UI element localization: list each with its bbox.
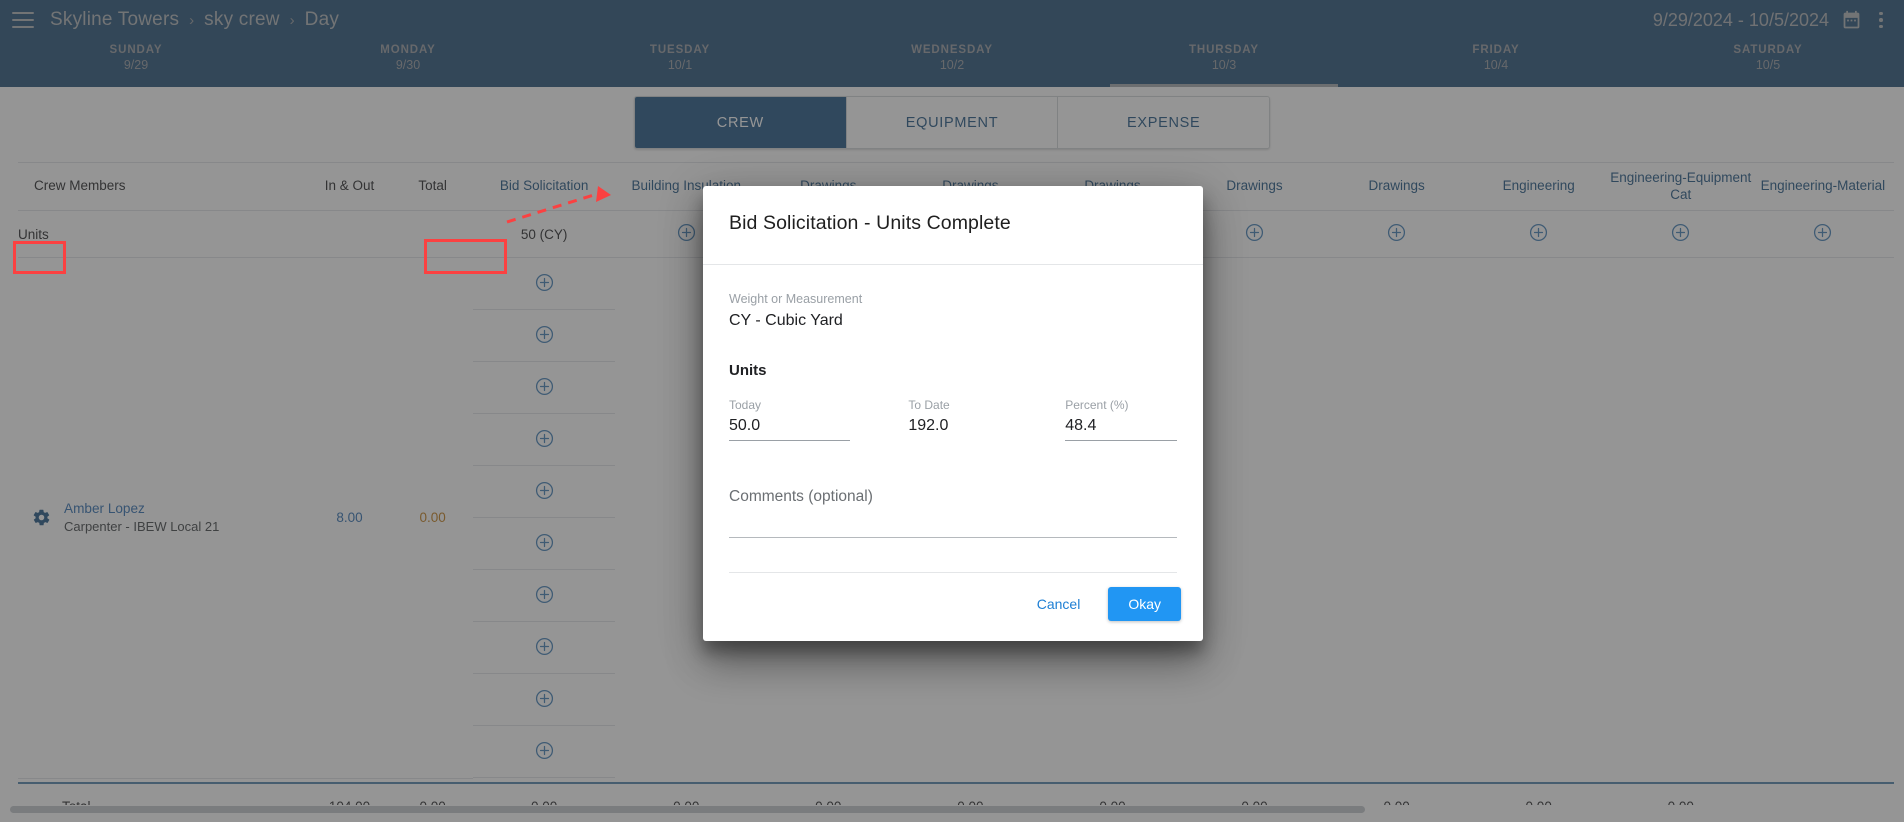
percent-underline xyxy=(1065,440,1177,441)
today-field-group: Today xyxy=(729,398,851,441)
percent-label: Percent (%) xyxy=(1065,398,1129,412)
percent-field-group: Percent (%) xyxy=(1065,398,1177,441)
units-complete-dialog: Bid Solicitation - Units Complete Weight… xyxy=(703,186,1203,641)
comments-field-group: Comments (optional) xyxy=(729,488,1177,538)
cancel-button[interactable]: Cancel xyxy=(1023,587,1095,621)
today-input[interactable] xyxy=(729,417,851,440)
app-root: Skyline Towers › sky crew › Day 9/29/202… xyxy=(0,0,1904,822)
weight-measurement-value: CY - Cubic Yard xyxy=(729,312,843,329)
weight-measurement-label: Weight or Measurement xyxy=(729,292,863,306)
dialog-actions: Cancel Okay xyxy=(703,573,1203,641)
comments-placeholder[interactable]: Comments (optional) xyxy=(729,488,1177,506)
dialog-title: Bid Solicitation - Units Complete xyxy=(729,212,1011,234)
dialog-body: Weight or Measurement CY - Cubic Yard Un… xyxy=(703,265,1203,554)
percent-input[interactable] xyxy=(1065,417,1177,440)
units-section-title: Units xyxy=(729,362,767,379)
units-inputs-row: Today To Date 192.0 Percent (%) xyxy=(729,398,1177,441)
okay-button[interactable]: Okay xyxy=(1108,587,1181,621)
to-date-value: 192.0 xyxy=(908,417,949,434)
modal-overlay-scrim-header xyxy=(0,0,1904,87)
today-underline xyxy=(729,440,851,441)
today-label: Today xyxy=(729,398,762,412)
to-date-label: To Date xyxy=(908,398,950,412)
to-date-field-group: To Date 192.0 xyxy=(908,398,1019,441)
to-date-underline xyxy=(908,440,1019,441)
comments-underline xyxy=(729,537,1177,538)
